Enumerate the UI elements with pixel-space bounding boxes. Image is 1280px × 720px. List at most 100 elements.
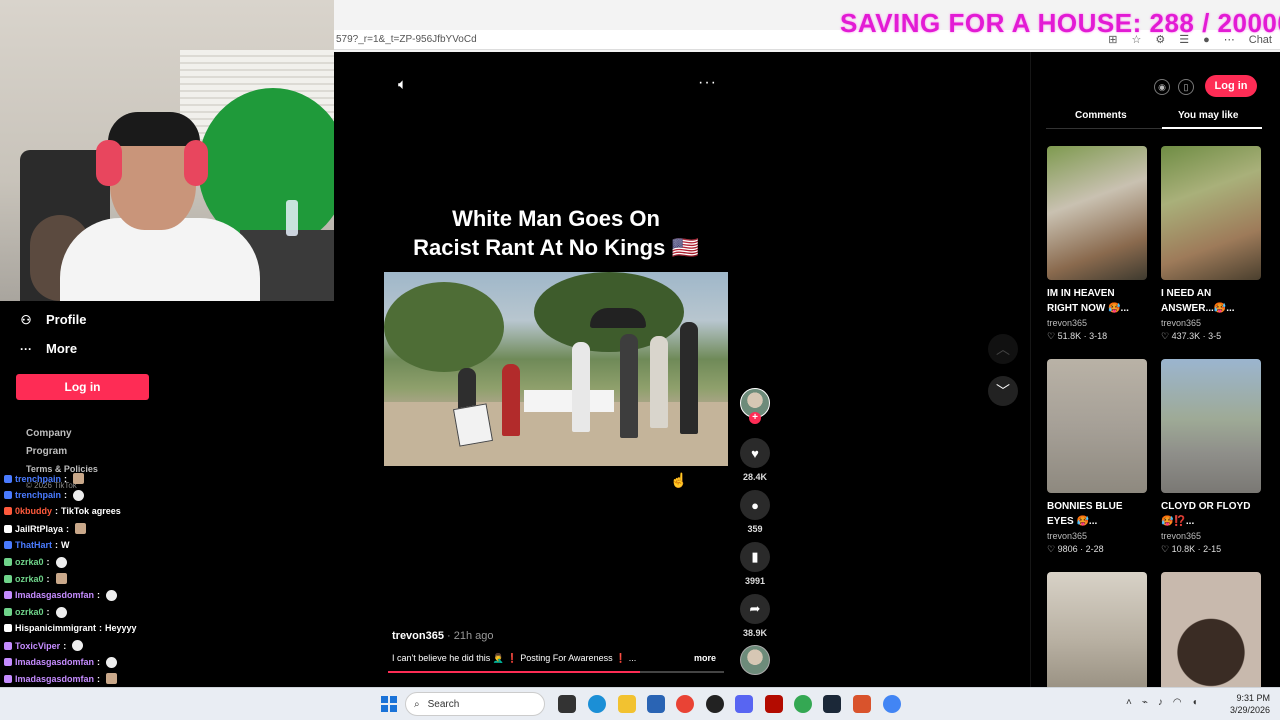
video-thumbnail[interactable] — [1047, 572, 1147, 706]
file-explorer-icon[interactable] — [618, 695, 636, 713]
comment-icon[interactable]: ● — [740, 490, 770, 520]
bookmark-icon[interactable]: ▮ — [740, 542, 770, 572]
video-frame-photo[interactable] — [384, 272, 728, 466]
chat-username[interactable]: trenchpain — [15, 490, 61, 500]
video-author[interactable]: trevon365 · 21h ago — [392, 630, 494, 642]
app-icon[interactable] — [853, 695, 871, 713]
discord-icon[interactable] — [735, 695, 753, 713]
chat-username[interactable]: ozrka0 — [15, 607, 44, 617]
sidebar-item-profile[interactable]: ⚇ Profile — [20, 312, 87, 327]
login-button-sidebar[interactable]: Log in — [16, 374, 149, 400]
author-username[interactable]: trevon365 — [392, 630, 444, 642]
video-title-line2: Racist Rant At No Kings 🇺🇸 — [413, 235, 699, 260]
video-progress-bar[interactable] — [388, 671, 724, 673]
footer-link-program[interactable]: Program — [26, 446, 67, 457]
photo-person — [620, 334, 638, 438]
chrome-icon[interactable] — [676, 695, 694, 713]
chat-separator: : — [99, 623, 103, 634]
chat-username[interactable]: ozrka0 — [15, 574, 44, 584]
system-tray: ˄ ⌁ ♪ ◠ ◖ — [1126, 697, 1198, 708]
chat-username[interactable]: ToxicViper — [15, 641, 60, 651]
acrobat-icon[interactable] — [765, 695, 783, 713]
follow-plus-icon[interactable]: + — [749, 412, 761, 424]
video-thumbnail[interactable] — [1047, 359, 1147, 493]
chat-username[interactable]: 0kbuddy — [15, 506, 52, 516]
heart-icon[interactable]: ♥ — [740, 438, 770, 468]
chat-username[interactable]: Imadasgasdomfan — [15, 674, 94, 684]
music-disc-avatar[interactable] — [740, 645, 770, 675]
next-video-button[interactable]: ﹀ — [988, 376, 1018, 406]
chat-separator: : — [64, 490, 68, 501]
sidebar-item-more[interactable]: ··· More — [20, 341, 77, 356]
photo-person — [680, 322, 698, 434]
chat-username[interactable]: Hispanicimmigrant — [15, 623, 96, 633]
chat-username[interactable]: ozrka0 — [15, 557, 44, 567]
caption-more-link[interactable]: more — [694, 653, 716, 663]
chat-username[interactable]: Imadasgasdomfan — [15, 590, 94, 600]
chat-badge-icon — [4, 524, 12, 533]
chat-badge-icon — [4, 574, 12, 583]
video-thumbnail[interactable] — [1161, 572, 1261, 706]
chat-username[interactable]: Imadasgasdomfan — [15, 657, 94, 667]
chat-username[interactable]: JailRtPlaya — [15, 524, 63, 534]
chevron-up-icon[interactable]: ˄ — [1126, 697, 1132, 708]
edge-icon[interactable] — [588, 695, 606, 713]
recommended-video-card[interactable]: I NEED AN ANSWER...🥵... trevon365 ♡ 437.… — [1161, 146, 1261, 342]
recommended-video-card[interactable]: BONNIES BLUE EYES 🥵... trevon365 ♡ 9806 … — [1047, 359, 1147, 555]
chat-separator: : — [97, 657, 101, 668]
share-icon[interactable]: ➦ — [740, 594, 770, 624]
save-action[interactable]: ▮ 3991 — [740, 542, 770, 586]
windows-start-icon[interactable] — [381, 696, 397, 712]
chrome-profile-icon[interactable] — [794, 695, 812, 713]
chat-username[interactable]: ThatHart — [15, 540, 52, 550]
chat-separator: : — [46, 607, 50, 618]
photo-protest-sign — [452, 403, 494, 447]
video-progress-fill — [388, 671, 640, 673]
card-username[interactable]: trevon365 — [1047, 318, 1147, 328]
chat-text: TikTok agrees — [61, 506, 121, 517]
footer-link-company[interactable]: Company — [26, 428, 72, 439]
save-count: 3991 — [744, 576, 766, 586]
wifi-icon[interactable]: ◠ — [1173, 697, 1182, 708]
task-view-icon[interactable] — [558, 695, 576, 713]
tab-comments[interactable]: Comments — [1075, 110, 1127, 121]
more-options-icon[interactable]: ··· — [698, 74, 717, 92]
chat-username[interactable]: trenchpain — [15, 474, 61, 484]
microphone-icon[interactable]: ♪ — [1158, 697, 1163, 708]
card-username[interactable]: trevon365 — [1161, 531, 1261, 541]
video-thumbnail[interactable] — [1161, 146, 1261, 280]
device-icon[interactable]: ▯ — [1178, 79, 1194, 95]
network-icon[interactable]: ⌁ — [1142, 697, 1148, 708]
card-username[interactable]: trevon365 — [1047, 531, 1147, 541]
volume-icon[interactable]: 🔈︎ — [398, 76, 407, 93]
tab-you-may-like[interactable]: You may like — [1178, 110, 1238, 121]
speaker-icon[interactable]: ◖ — [1192, 697, 1198, 708]
recommended-video-card[interactable] — [1161, 572, 1261, 706]
sidebar-item-label: Profile — [46, 312, 87, 327]
screen: 579?_r=1&_t=ZP-956JfbYVoCd ⊞ ☆ ⚙ ☰ ● ⋯ C… — [0, 0, 1280, 720]
card-username[interactable]: trevon365 — [1161, 318, 1261, 328]
chat-emote-icon — [72, 640, 84, 651]
chat-separator: : — [63, 640, 67, 651]
chat-badge-icon — [4, 558, 12, 566]
store-icon[interactable] — [647, 695, 665, 713]
previous-video-button[interactable]: ︿ — [988, 334, 1018, 364]
taskbar-clock[interactable]: 9:31 PM 3/29/2026 — [1230, 692, 1270, 716]
video-thumbnail[interactable] — [1047, 146, 1147, 280]
steam-icon[interactable] — [823, 695, 841, 713]
recommended-video-card[interactable]: CLOYD OR FLOYD 🥵⁉️... trevon365 ♡ 10.8K … — [1161, 359, 1261, 555]
coin-icon[interactable]: ◉ — [1154, 79, 1170, 95]
video-thumbnail[interactable] — [1161, 359, 1261, 493]
share-action[interactable]: ➦ 38.9K — [740, 594, 770, 638]
card-stats: ♡ 437.3K · 3-5 — [1161, 331, 1261, 342]
comment-action[interactable]: ● 359 — [740, 490, 770, 534]
chat-emote-icon — [75, 523, 87, 535]
login-button-top[interactable]: Log in — [1205, 75, 1257, 97]
recommended-video-card[interactable]: IM IN HEAVEN RIGHT NOW 🥵... trevon365 ♡ … — [1047, 146, 1147, 342]
taskbar-search[interactable]: ⌕ Search — [405, 692, 545, 716]
card-title: CLOYD OR FLOYD 🥵⁉️... — [1161, 501, 1251, 527]
chrome-alt-icon[interactable] — [883, 695, 901, 713]
obs-icon[interactable] — [706, 695, 724, 713]
like-action[interactable]: ♥ 28.4K — [740, 438, 770, 482]
recommended-video-card[interactable] — [1047, 572, 1147, 706]
